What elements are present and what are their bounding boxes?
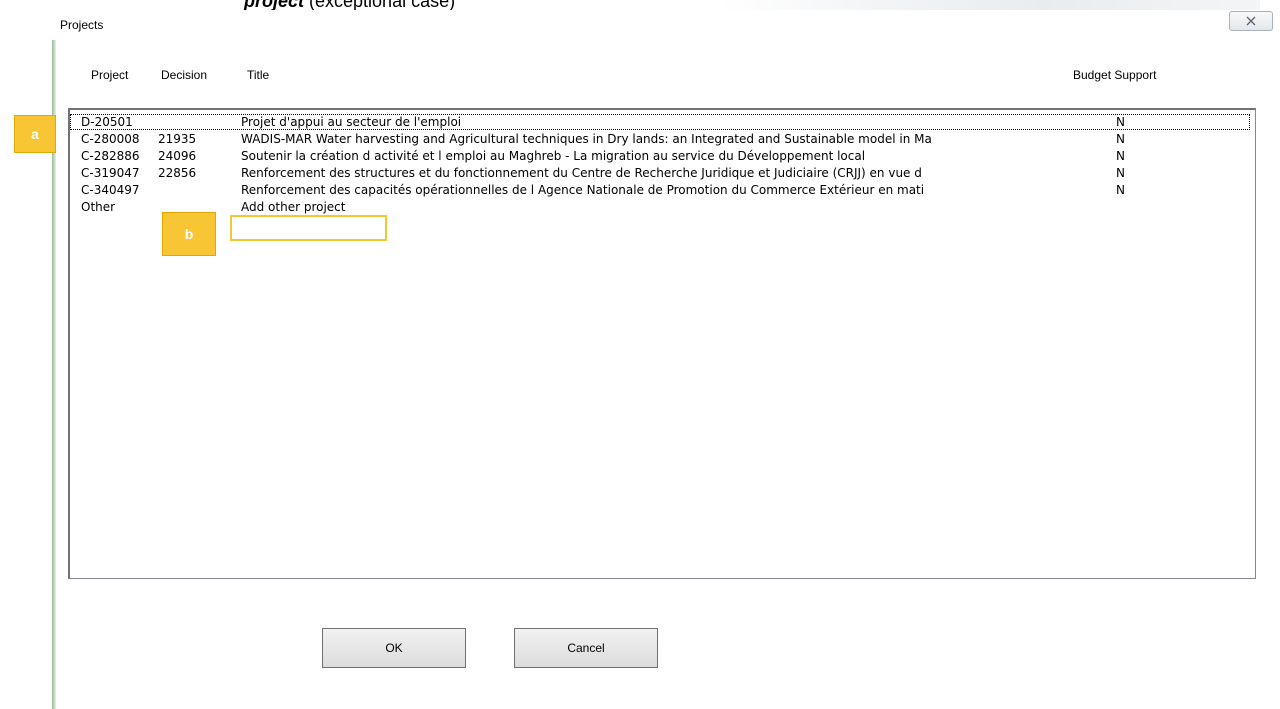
list-item[interactable]: C-340497 Renforcement des capacités opér… xyxy=(70,182,1250,198)
cell-decision: 24096 xyxy=(158,149,197,163)
project-list[interactable]: D-20501 Projet d'appui au secteur de l'e… xyxy=(68,108,1256,579)
cell-project: C-319047 xyxy=(81,166,140,180)
cell-budget-support: N xyxy=(1116,149,1125,163)
column-header-project: Project xyxy=(91,68,129,82)
cell-title: Renforcement des structures et du foncti… xyxy=(241,166,922,180)
list-item[interactable]: C-280008 21935 WADIS-MAR Water harvestin… xyxy=(70,131,1250,147)
cell-project: C-340497 xyxy=(81,183,140,197)
cell-title: Soutenir la création d activité et l emp… xyxy=(241,149,866,163)
cell-decision: 21935 xyxy=(158,132,197,146)
cell-budget-support: N xyxy=(1116,166,1125,180)
column-header-decision: Decision xyxy=(161,68,208,82)
cell-budget-support: N xyxy=(1116,183,1125,197)
dialog-title: Projects xyxy=(60,18,104,32)
cell-project: C-280008 xyxy=(81,132,140,146)
ok-button[interactable]: OK xyxy=(322,628,466,668)
list-item[interactable]: C-319047 22856 Renforcement des structur… xyxy=(70,165,1250,181)
cell-project: D-20501 xyxy=(81,115,133,129)
annotation-callout-a: a xyxy=(14,115,56,153)
add-other-project[interactable]: Add other project xyxy=(241,200,1116,214)
column-header-title: Title xyxy=(247,68,270,82)
close-x-icon xyxy=(1246,16,1256,26)
cell-decision: 22856 xyxy=(158,166,197,180)
close-button[interactable] xyxy=(1229,11,1273,31)
cell-title: WADIS-MAR Water harvesting and Agricultu… xyxy=(241,132,932,146)
cell-project: Other xyxy=(81,200,116,214)
projects-dialog: Projects Project Decision Title Budget S… xyxy=(56,10,1280,709)
annotation-callout-b: b xyxy=(162,212,216,256)
annotation-highlight-b xyxy=(230,215,387,241)
cancel-button[interactable]: Cancel xyxy=(514,628,658,668)
list-item[interactable]: D-20501 Projet d'appui au secteur de l'e… xyxy=(70,114,1250,130)
cell-title: Projet d'appui au secteur de l'emploi xyxy=(241,115,462,129)
list-item-other[interactable]: Other Add other project xyxy=(70,199,1250,215)
cell-project: C-282886 xyxy=(81,149,140,163)
cell-title: Renforcement des capacités opérationnell… xyxy=(241,183,925,197)
title-bar: Projects xyxy=(56,10,1280,40)
list-item[interactable]: C-282886 24096 Soutenir la création d ac… xyxy=(70,148,1250,164)
cell-budget-support: N xyxy=(1116,115,1125,129)
column-header-budget-support: Budget Support xyxy=(1073,68,1157,82)
cell-budget-support: N xyxy=(1116,132,1125,146)
